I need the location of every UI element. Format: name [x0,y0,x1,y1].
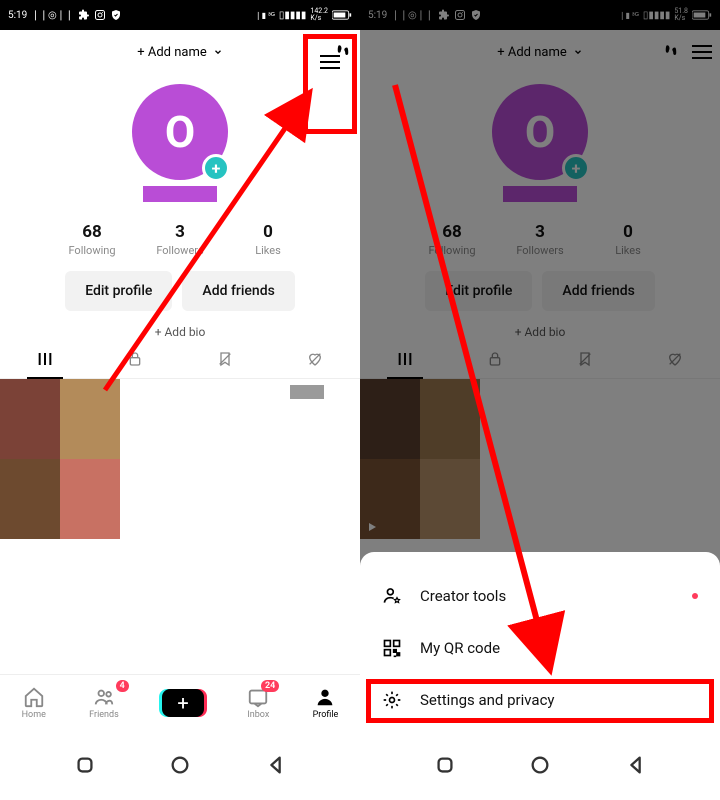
system-nav [0,730,720,800]
hamburger-highlight [303,34,357,134]
status-right: ❘▮ ³ᴳ ▯▮▮▮▮ 142.2K/s [255,8,352,22]
sheet-settings[interactable]: Settings and privacy [360,674,720,726]
menu-button[interactable] [320,55,340,69]
qr-icon [382,638,402,658]
stats-row: 68 Following 3 Followers 0 Likes [0,216,360,267]
sheet-creator-label: Creator tools [420,587,506,605]
bookmark-icon [217,351,233,367]
notification-dot [692,593,698,599]
status-time: 5:19 [8,10,27,21]
battery-icon [332,10,352,20]
plus-icon: + [177,693,188,713]
following-count: 68 [48,222,136,242]
chevron-down-icon [213,47,223,57]
nav-friends-label: Friends [89,710,119,720]
net-rate: 142.2K/s [310,8,328,22]
status-left: 5:19 ❘❘◎❘❘ [8,9,122,21]
sys-back-button[interactable] [625,754,647,776]
person-star-icon [382,586,402,606]
followers-label: Followers [136,244,224,257]
sheet-qr-label: My QR code [420,639,500,657]
signal-text: ❘▮ ³ᴳ [255,11,275,20]
username-redacted [143,186,217,202]
edit-profile-button[interactable]: Edit profile [65,271,172,311]
nav-inbox[interactable]: 24 Inbox [247,686,269,720]
nav-profile[interactable]: Profile [313,686,339,720]
bottom-sheet: Creator tools My QR code Settings and pr… [360,552,720,730]
add-friends-button[interactable]: Add friends [182,271,294,311]
puzzle-icon [78,9,90,21]
video-thumb[interactable] [0,379,120,539]
stat-likes[interactable]: 0 Likes [224,222,312,257]
profile-tabs [0,339,360,379]
sheet-settings-label: Settings and privacy [420,691,555,709]
stat-following[interactable]: 68 Following [48,222,136,257]
nav-home-label: Home [22,710,46,720]
sys-back-button[interactable] [265,754,287,776]
vibrate-icon: ❘❘◎❘❘ [31,10,73,21]
avatar-letter: O [165,106,195,158]
tab-bookmarks[interactable] [180,339,270,378]
friends-icon [93,686,115,708]
sheet-creator-tools[interactable]: Creator tools [360,570,720,622]
nav-create[interactable]: + [162,689,204,717]
screen-left: 5:19 ❘❘◎❘❘ ❘▮ ³ᴳ ▯▮▮▮▮ 142.2K/s + Add na… [0,0,360,730]
profile-icon [314,686,336,708]
video-grid [0,379,360,539]
tab-grid[interactable] [0,339,90,378]
action-row: Edit profile Add friends [0,271,360,311]
heart-off-icon [307,351,323,367]
bottom-nav: Home 4 Friends + 24 Inbox Profile [0,674,360,730]
signal-bars-icon: ▯▮▮▮▮ [279,10,307,21]
lock-icon [127,351,143,367]
sheet-qr-code[interactable]: My QR code [360,622,720,674]
nav-home[interactable]: Home [22,686,46,720]
likes-count: 0 [224,222,312,242]
following-label: Following [48,244,136,257]
sys-home-button[interactable] [169,754,191,776]
shield-icon [110,9,122,21]
tab-private[interactable] [90,339,180,378]
inbox-badge: 24 [261,680,279,692]
stat-followers[interactable]: 3 Followers [136,222,224,257]
friends-badge: 4 [116,680,129,692]
tab-liked[interactable] [270,339,360,378]
nav-inbox-label: Inbox [247,710,269,720]
sys-recent-button[interactable] [434,754,456,776]
add-name-button[interactable]: + Add name [129,41,231,64]
likes-label: Likes [224,244,312,257]
home-icon [23,686,45,708]
gear-icon [382,690,402,710]
add-bio-button[interactable]: + Add bio [155,325,206,339]
sys-home-button[interactable] [529,754,551,776]
add-name-label: + Add name [137,45,207,60]
sys-recent-button[interactable] [74,754,96,776]
instagram-icon [94,9,106,21]
screen-right: 5:19 ❘❘◎❘❘ ❘▮ ³ᴳ ▯▮▮▮▮ 51.8K/s + Add nam… [360,0,720,730]
grid-icon [37,351,53,367]
status-bar: 5:19 ❘❘◎❘❘ ❘▮ ³ᴳ ▯▮▮▮▮ 142.2K/s [0,0,360,30]
followers-count: 3 [136,222,224,242]
nav-profile-label: Profile [313,710,339,720]
draft-badge [290,385,324,399]
avatar[interactable]: O + [132,84,228,180]
nav-friends[interactable]: 4 Friends [89,686,119,720]
avatar-add-icon[interactable]: + [202,154,230,182]
